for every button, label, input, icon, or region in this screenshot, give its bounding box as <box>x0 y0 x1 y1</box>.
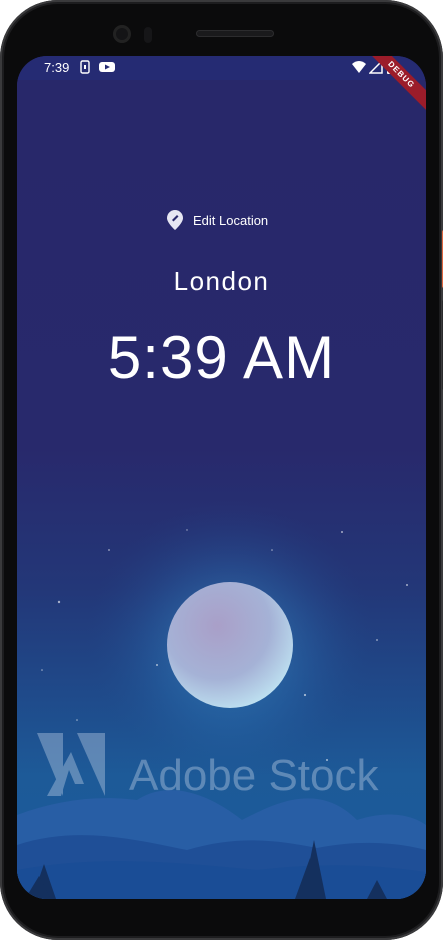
phone-frame: Adobe Stock Edit Location London 5:39 AM… <box>0 0 443 940</box>
screen: Adobe Stock Edit Location London 5:39 AM… <box>17 56 426 899</box>
wifi-icon <box>352 61 366 73</box>
front-hills <box>17 861 426 899</box>
local-time: 5:39 AM <box>107 324 336 391</box>
status-time: 7:39 <box>44 60 70 75</box>
world-time-view: Adobe Stock Edit Location London 5:39 AM <box>17 80 426 899</box>
moon <box>167 582 293 708</box>
sensor <box>144 27 152 43</box>
edit-location-button[interactable]: Edit Location <box>167 210 268 230</box>
location-pin-icon <box>167 210 183 230</box>
night-scene-background: Adobe Stock <box>17 500 426 899</box>
earpiece-speaker <box>196 30 274 37</box>
status-bar: 7:39 <box>17 56 426 80</box>
sim-icon <box>80 60 90 74</box>
youtube-icon <box>99 62 115 72</box>
front-camera <box>113 25 131 43</box>
city-name: London <box>173 266 270 296</box>
edit-location-label: Edit Location <box>193 212 269 228</box>
